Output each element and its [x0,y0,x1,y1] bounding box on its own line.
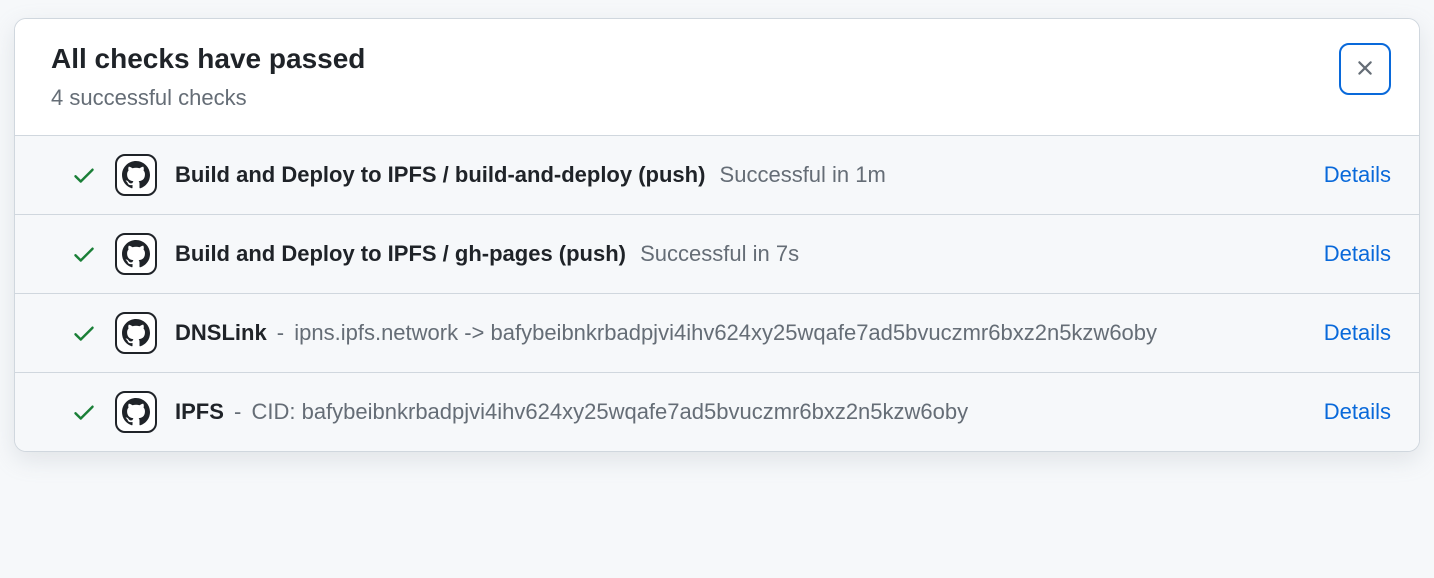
check-name: Build and Deploy to IPFS / gh-pages (pus… [175,241,626,266]
check-text: DNSLink - ipns.ipfs.network -> bafybeibn… [175,317,1306,349]
check-success-icon [71,162,97,188]
check-row: IPFS - CID: bafybeibnkrbadpjvi4ihv624xy2… [15,373,1419,451]
check-name: Build and Deploy to IPFS / build-and-dep… [175,162,705,187]
check-separator [709,162,715,187]
check-success-icon [71,399,97,425]
details-link[interactable]: Details [1324,399,1391,425]
check-row: Build and Deploy to IPFS / build-and-dep… [15,136,1419,215]
check-name: DNSLink [175,320,267,345]
github-avatar-icon [115,391,157,433]
github-avatar-icon [115,233,157,275]
check-row: Build and Deploy to IPFS / gh-pages (pus… [15,215,1419,294]
check-separator [630,241,636,266]
github-avatar-icon [115,154,157,196]
check-row: DNSLink - ipns.ipfs.network -> bafybeibn… [15,294,1419,373]
check-description: ipns.ipfs.network -> bafybeibnkrbadpjvi4… [294,320,1157,345]
check-name: IPFS [175,399,224,424]
panel-subtitle: 4 successful checks [51,85,365,111]
panel-title: All checks have passed [51,43,365,75]
checks-panel: All checks have passed 4 successful chec… [14,18,1420,452]
header-text-group: All checks have passed 4 successful chec… [51,43,365,111]
details-link[interactable]: Details [1324,241,1391,267]
close-icon [1353,56,1377,83]
checks-panel-header: All checks have passed 4 successful chec… [15,19,1419,136]
check-text: IPFS - CID: bafybeibnkrbadpjvi4ihv624xy2… [175,396,1306,428]
checks-list: Build and Deploy to IPFS / build-and-dep… [15,136,1419,451]
details-link[interactable]: Details [1324,162,1391,188]
check-separator: - [271,320,291,345]
check-separator: - [228,399,248,424]
details-link[interactable]: Details [1324,320,1391,346]
check-description: CID: bafybeibnkrbadpjvi4ihv624xy25wqafe7… [251,399,968,424]
check-success-icon [71,320,97,346]
check-description: Successful in 7s [640,241,799,266]
check-text: Build and Deploy to IPFS / build-and-dep… [175,159,1306,191]
github-avatar-icon [115,312,157,354]
check-text: Build and Deploy to IPFS / gh-pages (pus… [175,238,1306,270]
check-success-icon [71,241,97,267]
close-button[interactable] [1339,43,1391,95]
check-description: Successful in 1m [720,162,886,187]
